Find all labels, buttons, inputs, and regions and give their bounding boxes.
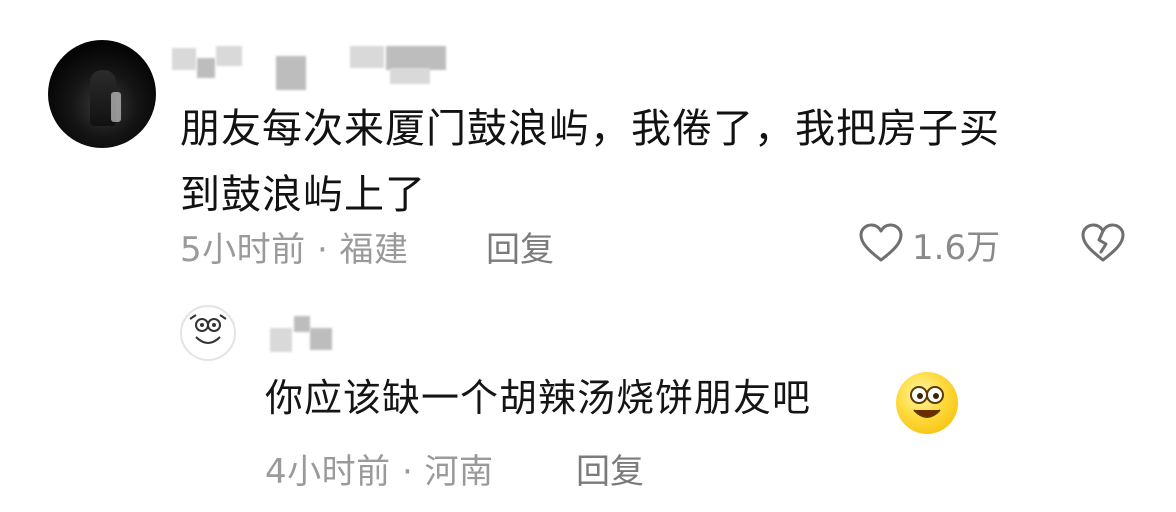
smile-emoji-icon <box>896 372 958 434</box>
like-button[interactable]: 1.6万 <box>858 220 1000 269</box>
main-avatar[interactable] <box>48 40 156 148</box>
cartoon-face-icon <box>189 314 227 344</box>
comment-text: 朋友每次来厦门鼓浪屿，我倦了，我把房子买 到鼓浪屿上了 <box>180 106 1000 218</box>
comment-time-location: 5小时前 · 福建 <box>180 230 409 270</box>
heart-icon <box>858 222 904 268</box>
reply-avatar[interactable] <box>180 305 236 361</box>
reply-text: 你应该缺一个胡辣汤烧饼朋友吧 <box>265 376 812 420</box>
reply-reply-button[interactable]: 回复 <box>576 444 644 493</box>
avatar-highlight <box>111 92 121 122</box>
like-count: 1.6万 <box>912 228 1001 268</box>
reply-time-location: 4小时前 · 河南 <box>265 452 494 492</box>
reply-button[interactable]: 回复 <box>486 222 554 271</box>
dislike-button[interactable] <box>1080 222 1126 268</box>
dislike-broken-heart-icon <box>1080 223 1126 268</box>
